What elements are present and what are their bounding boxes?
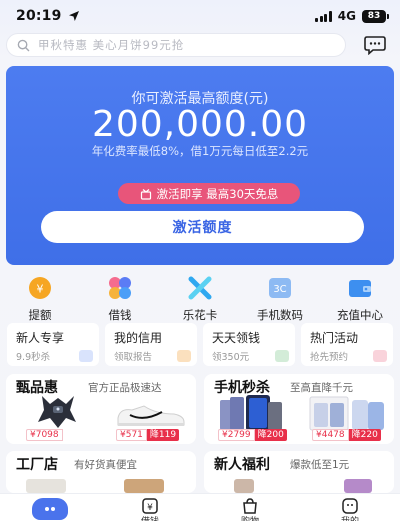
home-icon [32, 498, 68, 520]
quick-action-label: 手机数码 [257, 308, 303, 322]
card-title: 热门活动 [310, 331, 359, 345]
feature-cards: 新人专享 9.9秒杀 我的信用 领取报告 天天领钱 领350元 热门活动 抢先预… [7, 323, 397, 368]
card-title: 新人专享 [16, 331, 65, 345]
battery-icon: 83 [362, 9, 389, 23]
3c-icon: 3C [269, 278, 291, 298]
message-icon[interactable] [364, 35, 386, 55]
price-tag: ¥571 降119 [116, 429, 180, 441]
quick-action-label: 提额 [28, 308, 52, 322]
sneaker-product-image [117, 405, 185, 426]
robot-figure-product-image [38, 396, 76, 428]
nav-label: 借钱 [141, 514, 159, 521]
star-card-icon [188, 276, 212, 300]
product-thumbnail [234, 479, 254, 493]
quick-action-label: 充值中心 [337, 308, 383, 322]
section-title: 工厂店 [16, 457, 58, 473]
product-thumbnail [124, 479, 164, 493]
nav-shopping[interactable]: 购物 [200, 494, 300, 521]
promo-text: 激活即享 最高30天免息 [156, 186, 279, 201]
section-title: 新人福利 [214, 457, 270, 473]
price-tag: ¥4478 降220 [312, 429, 381, 441]
section-subtitle: 官方正品极速达 [88, 382, 162, 394]
profile-icon [342, 498, 358, 514]
gift-icon [140, 188, 151, 200]
svg-text:3C: 3C [273, 284, 286, 295]
price-tag: ¥2799 降200 [218, 429, 287, 441]
activate-button[interactable]: 激活额度 [41, 211, 364, 243]
quick-action-label: 乐花卡 [182, 308, 218, 322]
signal-icon [315, 10, 332, 22]
nav-home[interactable] [0, 494, 100, 521]
section-subtitle: 至高直降千元 [290, 382, 353, 394]
search-row: 甲秋特惠 美心月饼99元抢 [6, 33, 394, 57]
section-subtitle: 有好货真便宜 [74, 459, 137, 471]
section-factory-store[interactable]: 工厂店 有好货真便宜 [6, 451, 196, 493]
card-decoration-icon [79, 350, 93, 362]
svg-text:¥: ¥ [147, 503, 153, 513]
nav-label: 购物 [241, 514, 259, 521]
quick-action-digital[interactable]: 3C 手机数码 [240, 275, 320, 325]
status-bar: 20:19 4G 83 [0, 0, 400, 32]
card-daily-cash[interactable]: 天天领钱 领350元 [203, 323, 295, 366]
shopping-bag-icon [243, 498, 257, 514]
price-tag: ¥7098 [26, 429, 63, 441]
wallet-icon [349, 280, 371, 297]
quick-action-recharge[interactable]: 充值中心 [320, 275, 400, 325]
section-phone-flash-sale[interactable]: 手机秒杀 至高直降千元 ¥2799 降200 ¥4478 降220 [204, 374, 394, 444]
svg-text:¥: ¥ [37, 283, 44, 296]
yen-doc-icon: ¥ [142, 498, 158, 514]
card-decoration-icon [177, 350, 191, 362]
promo-badge[interactable]: 激活即享 最高30天免息 [118, 183, 300, 204]
product-discount: 降220 [348, 429, 381, 441]
product-price: ¥571 [116, 429, 147, 441]
bottom-nav: ¥ 借钱 购物 我的 [0, 493, 400, 521]
product-discount: 降119 [146, 429, 180, 441]
nav-profile[interactable]: 我的 [300, 494, 400, 521]
section-subtitle: 爆款低至1元 [290, 459, 350, 471]
quick-action-raise-limit[interactable]: ¥ 提额 [0, 275, 80, 325]
credit-hero-card: 你可激活最高额度(元) 200,000.00 年化费率最低8%，借1万元每日低至… [6, 66, 394, 265]
card-title: 我的信用 [114, 331, 163, 345]
search-icon [17, 39, 30, 51]
card-hot-events[interactable]: 热门活动 抢先预约 [301, 323, 393, 366]
hero-subtitle: 年化费率最低8%，借1万元每日低至2.2元 [91, 144, 309, 158]
section-newcomer-benefits[interactable]: 新人福利 爆款低至1元 [204, 451, 394, 493]
nav-label: 我的 [341, 514, 359, 521]
network-label: 4G [337, 9, 356, 23]
iphone-box-product-image [309, 396, 384, 431]
quick-action-borrow[interactable]: 借钱 [80, 275, 160, 325]
credit-amount: 200,000.00 [91, 104, 309, 145]
coin-yen-icon: ¥ [29, 277, 51, 299]
product-thumbnail [344, 479, 372, 493]
card-title: 天天领钱 [212, 331, 261, 345]
card-decoration-icon [373, 350, 387, 362]
card-decoration-icon [275, 350, 289, 362]
product-price: ¥2799 [218, 429, 255, 441]
status-time: 20:19 [16, 8, 62, 24]
section-premium-deals[interactable]: 甄品惠 官方正品极速达 ¥7098 ¥571 降119 [6, 374, 196, 444]
phone-product-image [220, 395, 282, 431]
product-thumbnail [26, 479, 66, 493]
card-my-credit[interactable]: 我的信用 领取报告 [105, 323, 197, 366]
product-price: ¥7098 [26, 429, 63, 441]
battery-level: 83 [367, 11, 381, 21]
card-new-user[interactable]: 新人专享 9.9秒杀 [7, 323, 99, 366]
search-placeholder: 甲秋特惠 美心月饼99元抢 [38, 38, 185, 52]
location-arrow-icon [68, 11, 79, 21]
clover-icon [109, 277, 131, 299]
product-price: ¥4478 [312, 429, 349, 441]
product-discount: 降200 [254, 429, 287, 441]
search-input[interactable]: 甲秋特惠 美心月饼99元抢 [6, 33, 346, 57]
quick-actions: ¥ 提额 借钱 乐花卡 3C 手机数码 充值中心 [0, 275, 400, 325]
quick-action-lehua-card[interactable]: 乐花卡 [160, 275, 240, 325]
nav-borrow[interactable]: ¥ 借钱 [100, 494, 200, 521]
quick-action-label: 借钱 [108, 308, 132, 322]
